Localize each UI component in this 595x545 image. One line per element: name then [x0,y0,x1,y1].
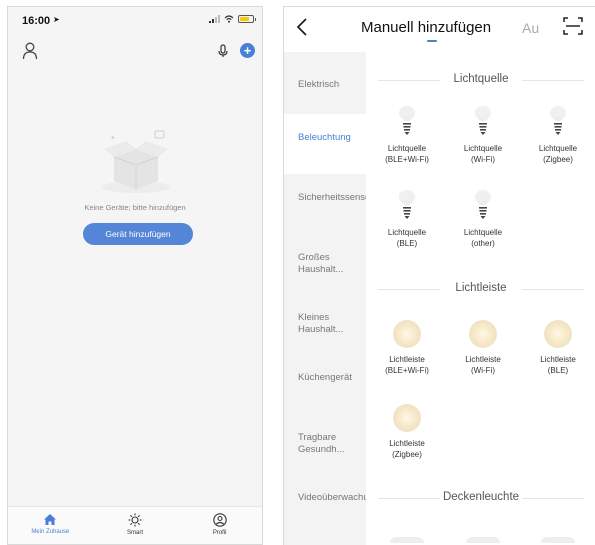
device-lichtleiste-ble-wifi[interactable]: Lichtleiste (BLE+Wi-Fi) [372,320,442,376]
tab-profile[interactable]: Profil [177,507,262,544]
profile-icon [212,513,227,527]
tab-profile-label: Profil [212,530,227,536]
section-title-lichtquelle: Lichtquelle [366,73,595,85]
tab-home-label: Mein Zuhause [31,529,70,535]
ceiling-light-icon[interactable] [390,537,424,543]
empty-box-illustration: ✦ [102,130,170,193]
sidebar-item-tragbare-gesundheit[interactable]: Tragbare Gesundh... [298,432,360,456]
device-sub: (BLE) [396,239,418,248]
cellular-signal-icon [209,15,220,23]
sidebar-item-kleines-haushalt[interactable]: Kleines Haushalt... [298,312,360,336]
device-sub: (Zigbee) [392,450,422,459]
add-device-button[interactable]: Gerät hinzufügen [83,223,193,245]
device-lichtleiste-wifi[interactable]: Lichtleiste (Wi-Fi) [448,320,518,376]
bulb-icon [475,106,491,135]
tab-next-partial[interactable]: Au [522,20,539,36]
sun-icon [128,513,142,527]
sidebar-item-elektrisch[interactable]: Elektrisch [298,79,360,91]
add-manually-screen: Manuell hinzufügen Au Elektrisch Beleuch… [283,6,595,545]
sidebar-item-grosses-haushalt[interactable]: Großes Haushalt... [298,252,360,276]
sidebar-item-beleuchtung[interactable]: Beleuchtung [298,132,360,144]
device-sub: (Zigbee) [543,155,573,164]
status-time: 16:00 [22,15,51,27]
ceiling-light-icon[interactable] [541,537,575,543]
nav-title[interactable]: Manuell hinzufügen [361,19,491,36]
light-strip-icon [469,320,497,348]
sidebar-item-kuechengeraet[interactable]: Küchengerät [298,372,360,384]
device-lichtquelle-ble-wifi[interactable]: Lichtquelle (BLE+Wi-Fi) [372,106,442,165]
add-button[interactable]: + [240,43,255,58]
device-lichtquelle-wifi[interactable]: Lichtquelle (Wi-Fi) [448,106,518,165]
back-arrow-icon[interactable] [296,17,308,37]
bulb-icon [550,106,566,135]
battery-icon [238,15,256,23]
section-title-deckenleuchte: Deckenleuchte [366,491,595,503]
device-sub: (Wi-Fi) [471,155,495,164]
nav-bar: Manuell hinzufügen Au [284,7,595,51]
user-icon[interactable] [22,42,38,60]
home-screen: 16:00 ➤ + ✦ Keine Geräte; bitte hinzufüg… [7,6,263,545]
device-name: Lichtquelle [387,228,427,237]
device-sub: (BLE) [547,366,569,375]
ceiling-light-icon[interactable] [466,537,500,543]
empty-state-text: Keine Geräte; bitte hinzufügen [84,203,186,212]
tab-smart[interactable]: Smart [93,507,178,544]
device-lichtleiste-ble[interactable]: Lichtleiste (BLE) [523,320,593,376]
tab-indicator [427,40,437,42]
device-lichtquelle-other[interactable]: Lichtquelle (other) [448,190,518,249]
svg-text:✦: ✦ [110,134,116,142]
device-sub: (BLE+Wi-Fi) [385,366,429,375]
device-name: Lichtleiste [389,439,425,448]
category-sidebar: Elektrisch Beleuchtung Sicherheitssensor… [284,52,379,545]
sidebar-item-videoueberwachung[interactable]: Videoüberwachung [298,492,379,504]
tab-home[interactable]: Mein Zuhause [8,507,93,544]
device-name: Lichtquelle [463,144,503,153]
device-name: Lichtquelle [463,228,503,237]
bulb-icon [399,106,415,135]
device-lichtleiste-zigbee[interactable]: Lichtleiste (Zigbee) [372,404,442,460]
location-arrow-icon: ➤ [53,15,60,24]
device-name: Lichtquelle [387,144,427,153]
device-lichtquelle-ble[interactable]: Lichtquelle (BLE) [372,190,442,249]
microphone-icon[interactable] [218,44,228,58]
device-name: Lichtleiste [540,355,576,364]
device-lichtquelle-zigbee[interactable]: Lichtquelle (Zigbee) [523,106,593,165]
wifi-icon [224,15,234,23]
bottom-tab-bar: Mein Zuhause Smart Profil [8,506,262,544]
home-icon [44,514,57,525]
device-name: Lichtleiste [389,355,425,364]
light-strip-icon [393,404,421,432]
screenshot-pair: 16:00 ➤ + ✦ Keine Geräte; bitte hinzufüg… [0,0,595,545]
status-bar: 16:00 ➤ [8,7,262,35]
bulb-icon [475,190,491,219]
device-name: Lichtleiste [465,355,501,364]
light-strip-icon [393,320,421,348]
home-header: + [8,39,262,67]
light-strip-icon [544,320,572,348]
device-sub: (BLE+Wi-Fi) [385,155,429,164]
tab-smart-label: Smart [127,530,144,536]
device-sub: (Wi-Fi) [471,366,495,375]
device-sub: (other) [471,239,495,248]
bulb-icon [399,190,415,219]
device-name: Lichtquelle [538,144,578,153]
sidebar-item-sicherheitssensor[interactable]: Sicherheitssensor [298,192,374,204]
device-list: Lichtquelle Lichtquelle (BLE+Wi-Fi) Lich… [366,52,595,545]
scan-icon[interactable] [563,17,583,35]
active-category-highlight [284,114,366,174]
section-title-lichtleiste: Lichtleiste [366,282,595,294]
